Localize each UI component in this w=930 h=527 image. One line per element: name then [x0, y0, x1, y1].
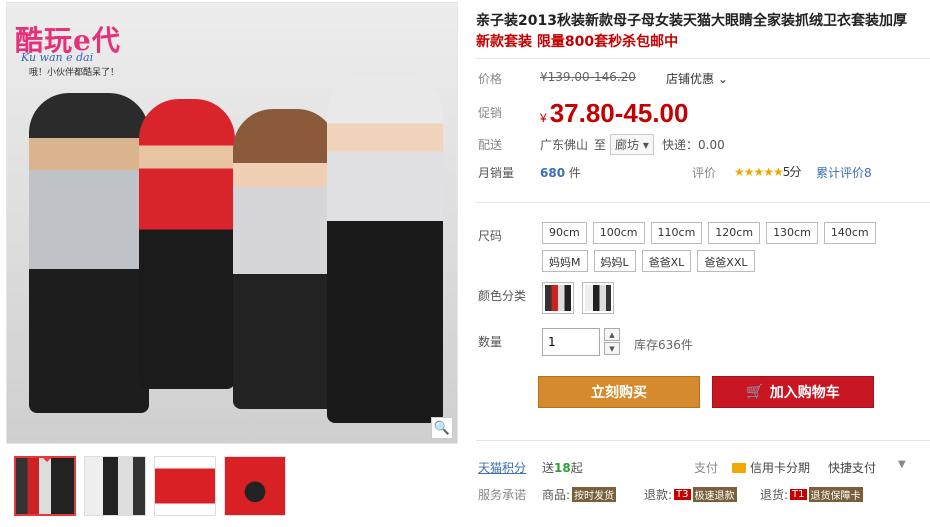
divider: [476, 58, 930, 59]
brand-logo: 酷玩e代 Ku wan e dai 哦！小伙伴都酷呆了！: [15, 17, 155, 78]
tmall-points-link[interactable]: 天猫积分: [478, 459, 526, 476]
main-product-image[interactable]: 酷玩e代 Ku wan e dai 哦！小伙伴都酷呆了！ 🔍: [6, 2, 458, 444]
sales-unit: 件: [568, 166, 581, 180]
credit-installment[interactable]: 信用卡分期: [732, 459, 810, 476]
logo-pinyin: Ku wan e dai: [21, 51, 94, 64]
father-figure: [29, 93, 149, 413]
currency-symbol: ¥: [540, 111, 547, 125]
size-option[interactable]: 120cm: [708, 222, 761, 244]
size-option[interactable]: 妈妈L: [593, 250, 636, 272]
thumbnail-3[interactable]: [154, 456, 216, 516]
rating-stars: ★★★★★5分: [734, 163, 802, 180]
add-to-cart-button[interactable]: 🛒 加入购物车: [712, 376, 874, 408]
thumbnail-1[interactable]: [14, 456, 76, 516]
chevron-down-icon: ⌄: [714, 72, 728, 86]
thumbnail-strip: [14, 456, 286, 516]
product-subtitle: 新款套装 限量800套秒杀包邮中: [476, 34, 679, 50]
reviews-link[interactable]: 累计评价8: [816, 164, 872, 181]
promo-price-value: 37.80-45.00: [549, 98, 689, 128]
price-label: 价格: [478, 72, 503, 86]
goods-tag[interactable]: 按时发货: [572, 487, 617, 502]
original-price: ¥139.00-146.20: [540, 70, 636, 84]
rating-score: 5分: [782, 165, 802, 179]
zoom-icon[interactable]: 🔍: [431, 417, 453, 439]
points-prefix: 送: [542, 461, 555, 475]
color-label: 颜色分类: [478, 289, 527, 303]
service-promise-label: 服务承诺: [478, 488, 527, 502]
sales-number: 680: [540, 166, 566, 180]
goods-label: 商品:: [542, 488, 571, 502]
ship-fee: 快递：0.00: [662, 138, 725, 152]
promise-refund: 退款: T3 极速退款: [644, 486, 737, 503]
size-options: 90cm 100cm 110cm 120cm 130cm 140cm 妈妈M 妈…: [542, 222, 922, 272]
cart-icon: 🛒: [746, 384, 764, 400]
points-suffix: 起: [570, 461, 583, 475]
color-swatch-1[interactable]: [542, 282, 574, 314]
size-option[interactable]: 110cm: [650, 222, 703, 244]
quantity-input[interactable]: [542, 328, 600, 356]
sales-label: 月销量: [478, 166, 515, 180]
divider: [476, 440, 930, 441]
color-options: [542, 282, 614, 314]
quantity-down-icon[interactable]: ▼: [604, 342, 620, 355]
size-option[interactable]: 妈妈M: [542, 250, 588, 272]
size-option[interactable]: 140cm: [823, 222, 876, 244]
return-tag[interactable]: 退货保障卡: [808, 487, 863, 502]
payment-label: 支付: [694, 461, 719, 475]
add-to-cart-label: 加入购物车: [769, 385, 840, 401]
shop-promo-label: 店铺优惠: [666, 72, 715, 86]
ship-city-select[interactable]: 廊坊 ▾: [610, 134, 654, 155]
size-option[interactable]: 爸爸XXL: [697, 250, 755, 272]
quantity-label: 数量: [478, 335, 503, 349]
promo-price: ¥37.80-45.00: [540, 98, 688, 129]
child2-figure: [327, 75, 443, 423]
credit-label: 信用卡分期: [750, 461, 811, 475]
size-option[interactable]: 爸爸XL: [641, 250, 692, 272]
ship-city-label: 廊坊: [615, 138, 640, 152]
mother-figure: [233, 109, 337, 409]
refund-tag[interactable]: 极速退款: [692, 487, 737, 502]
credit-card-icon: [732, 462, 746, 473]
divider: [476, 202, 930, 203]
chevron-down-icon: ▾: [639, 138, 649, 152]
refund-label: 退款:: [644, 488, 673, 502]
promise-goods: 商品: 按时发货: [542, 486, 617, 503]
buy-now-button[interactable]: 立刻购买: [538, 376, 700, 408]
refund-code: T3: [674, 489, 691, 500]
thumbnail-2[interactable]: [84, 456, 146, 516]
logo-slogan: 哦！小伙伴都酷呆了！: [29, 68, 120, 78]
size-option[interactable]: 100cm: [592, 222, 645, 244]
stock-info: 库存636件: [634, 338, 693, 352]
stars-icon: ★★★★★: [734, 165, 784, 179]
points-number: 18: [554, 461, 571, 475]
points-value: 送18起: [542, 459, 583, 476]
quantity-up-icon[interactable]: ▲: [604, 328, 620, 341]
ship-to-word: 至: [594, 138, 607, 152]
child1-figure: [139, 99, 235, 389]
size-option[interactable]: 130cm: [766, 222, 818, 244]
size-option[interactable]: 90cm: [542, 222, 587, 244]
shop-promo-dropdown[interactable]: 店铺优惠 ⌄: [666, 70, 728, 87]
color-swatch-2[interactable]: [582, 282, 614, 314]
return-label: 退货:: [760, 488, 789, 502]
size-label: 尺码: [478, 229, 503, 243]
chevron-down-icon[interactable]: ▼: [898, 459, 906, 470]
return-code: T1: [790, 489, 807, 500]
rating-label: 评价: [692, 166, 717, 180]
shipping-label: 配送: [478, 138, 503, 152]
fast-pay[interactable]: 快捷支付: [828, 459, 876, 476]
promise-return: 退货: T1 退货保障卡: [760, 486, 863, 503]
thumbnail-4[interactable]: [224, 456, 286, 516]
sales-count: 680 件: [540, 164, 581, 181]
ship-from: 广东佛山: [540, 138, 589, 152]
promo-label: 促销: [478, 106, 503, 120]
product-title: 亲子装2013秋装新款母子母女装天猫大眼睛全家装抓绒卫衣套装加厚: [476, 13, 907, 29]
product-gallery: 酷玩e代 Ku wan e dai 哦！小伙伴都酷呆了！ 🔍: [0, 0, 458, 527]
